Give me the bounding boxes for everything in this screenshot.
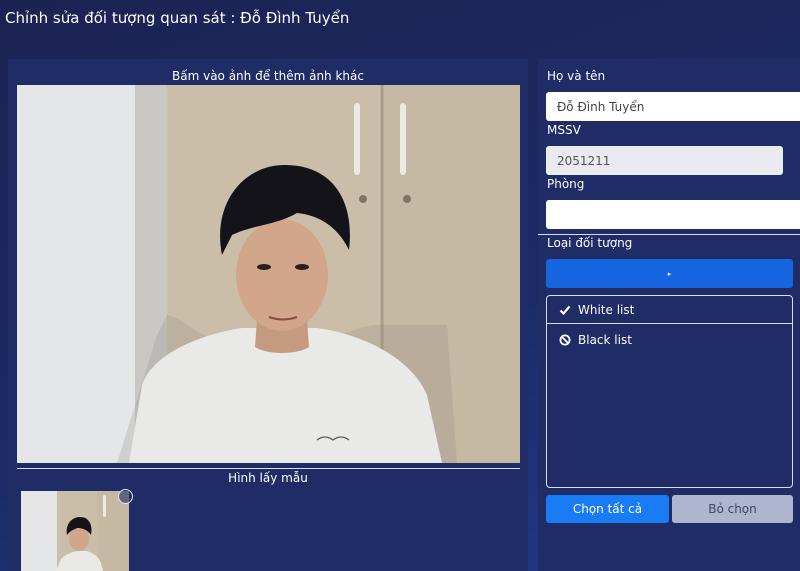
ban-icon [559, 334, 571, 346]
photo-panel: Bấm vào ảnh để thêm ảnh khác Hình lấy mẫ… [8, 59, 528, 571]
form-divider [538, 234, 800, 235]
type-list: White list Black list [546, 295, 793, 488]
list-item-white-list[interactable]: White list [547, 296, 792, 324]
list-item-label: White list [578, 302, 635, 317]
page-title: Chỉnh sửa đối tượng quan sát : Đỗ Đình T… [5, 9, 350, 27]
photo-divider [17, 468, 520, 469]
samples-caption: Hình lấy mẫu [228, 471, 308, 485]
type-label: Loại đối tượng [547, 236, 633, 250]
deselect-button[interactable]: Bỏ chọn [672, 495, 793, 523]
sample-thumbnail[interactable] [21, 491, 129, 571]
remove-sample-button[interactable] [118, 489, 133, 504]
select-all-button[interactable]: Chọn tất cả [546, 495, 669, 523]
student-id-label: MSSV [547, 123, 581, 137]
name-label: Họ và tên [547, 69, 606, 83]
room-input[interactable] [546, 200, 800, 229]
photo-caption: Bấm vào ảnh để thêm ảnh khác [172, 69, 364, 83]
student-id-input [546, 146, 783, 175]
list-item-label: Black list [578, 333, 632, 347]
room-label: Phòng [547, 177, 585, 191]
name-input[interactable] [546, 92, 800, 121]
type-dropdown[interactable]: ▸ [546, 259, 793, 288]
form-panel: Họ và tên MSSV Phòng Loại đối tượng ▸ Wh… [538, 59, 800, 571]
dropdown-arrow-icon: ▸ [667, 269, 672, 278]
list-item-black-list[interactable]: Black list [547, 326, 792, 354]
check-icon [559, 304, 571, 316]
main-photo[interactable] [17, 85, 520, 463]
